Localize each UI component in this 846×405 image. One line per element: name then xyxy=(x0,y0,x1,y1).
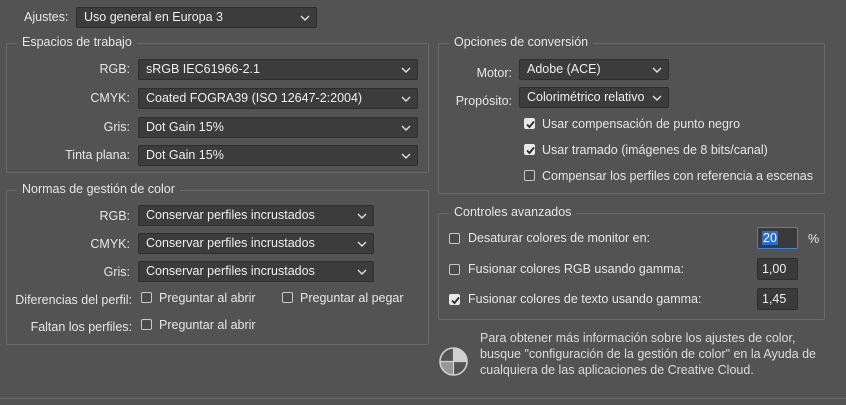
pol-rgb-select[interactable]: Conservar perfiles incrustados xyxy=(138,205,374,226)
chevron-down-icon xyxy=(401,153,411,159)
missing-label: Faltan los perfiles: xyxy=(30,320,132,334)
chevron-down-icon xyxy=(357,213,367,219)
check-icon xyxy=(451,296,460,305)
ws-spot-value: Dot Gain 15% xyxy=(146,148,224,162)
engine-value: Adobe (ACE) xyxy=(527,62,601,76)
mismatch-paste-label[interactable]: Preguntar al pegar xyxy=(300,291,404,305)
pol-gris-label: Gris: xyxy=(103,265,130,279)
blend-rgb-checkbox[interactable] xyxy=(449,264,460,275)
blend-rgb-value: 1,00 xyxy=(762,262,787,276)
black-point-checkbox[interactable] xyxy=(524,118,535,129)
desaturate-input[interactable]: 20 xyxy=(757,227,798,249)
blend-text-input[interactable]: 1,45 xyxy=(757,288,798,310)
pol-rgb-value: Conservar perfiles incrustados xyxy=(146,208,315,222)
info-text: Para obtener más información sobre los a… xyxy=(480,330,816,378)
ws-cmyk-value: Coated FOGRA39 (ISO 12647-2:2004) xyxy=(146,91,363,105)
black-point-label[interactable]: Usar compensación de punto negro xyxy=(542,117,740,131)
pol-cmyk-value: Conservar perfiles incrustados xyxy=(146,236,315,250)
ws-cmyk-label: CMYK: xyxy=(90,91,130,105)
policies-title: Normas de gestión de color xyxy=(17,182,180,196)
ws-gris-label: Gris: xyxy=(103,120,130,134)
desaturate-value: 20 xyxy=(762,231,778,245)
blend-text-checkbox[interactable] xyxy=(449,294,460,305)
chevron-down-icon xyxy=(652,67,662,73)
ajustes-label: Ajustes: xyxy=(24,10,69,24)
blend-rgb-input[interactable]: 1,00 xyxy=(757,258,798,280)
workspaces-title: Espacios de trabajo xyxy=(17,35,137,49)
intent-select[interactable]: Colorimétrico relativo xyxy=(519,87,669,108)
mismatch-label: Diferencias del perfil: xyxy=(15,293,132,307)
info-line: busque "configuración de la gestión de c… xyxy=(480,347,816,361)
pol-cmyk-label: CMYK: xyxy=(90,237,130,251)
dither-checkbox[interactable] xyxy=(524,144,535,155)
color-settings-icon xyxy=(439,347,468,376)
intent-label: Propósito: xyxy=(455,94,512,108)
engine-select[interactable]: Adobe (ACE) xyxy=(519,59,669,80)
ws-rgb-value: sRGB IEC61966-2.1 xyxy=(146,62,260,76)
desaturate-label[interactable]: Desaturar colores de monitor en: xyxy=(468,231,650,245)
pol-cmyk-select[interactable]: Conservar perfiles incrustados xyxy=(138,233,374,254)
missing-open-label[interactable]: Preguntar al abrir xyxy=(159,318,256,332)
chevron-down-icon xyxy=(401,125,411,131)
check-icon xyxy=(526,146,535,155)
chevron-down-icon xyxy=(652,95,662,101)
chevron-down-icon xyxy=(357,269,367,275)
scene-ref-checkbox[interactable] xyxy=(524,170,535,181)
ws-spot-select[interactable]: Dot Gain 15% xyxy=(138,145,418,166)
ws-rgb-label: RGB: xyxy=(99,62,130,76)
blend-text-value: 1,45 xyxy=(762,292,787,306)
mismatch-open-label[interactable]: Preguntar al abrir xyxy=(159,291,256,305)
ws-cmyk-select[interactable]: Coated FOGRA39 (ISO 12647-2:2004) xyxy=(138,88,418,109)
missing-open-checkbox[interactable] xyxy=(141,319,152,330)
ws-spot-label: Tinta plana: xyxy=(65,148,130,162)
ajustes-select[interactable]: Uso general en Europa 3 xyxy=(76,7,317,28)
conversion-title: Opciones de conversión xyxy=(449,35,594,49)
ws-rgb-select[interactable]: sRGB IEC61966-2.1 xyxy=(138,59,418,80)
scene-ref-label[interactable]: Compensar los perfiles con referencia a … xyxy=(542,169,813,183)
chevron-down-icon xyxy=(300,15,310,21)
engine-label: Motor: xyxy=(476,66,512,80)
pol-gris-select[interactable]: Conservar perfiles incrustados xyxy=(138,261,374,282)
check-icon xyxy=(526,120,535,129)
ws-gris-select[interactable]: Dot Gain 15% xyxy=(138,117,418,138)
ajustes-value: Uso general en Europa 3 xyxy=(84,10,223,24)
pol-gris-value: Conservar perfiles incrustados xyxy=(146,264,315,278)
chevron-down-icon xyxy=(401,96,411,102)
advanced-title: Controles avanzados xyxy=(449,205,577,219)
chevron-down-icon xyxy=(401,67,411,73)
mismatch-open-checkbox[interactable] xyxy=(141,292,152,303)
dither-label[interactable]: Usar tramado (imágenes de 8 bits/canal) xyxy=(542,143,768,157)
desaturate-unit: % xyxy=(808,232,820,246)
desaturate-checkbox[interactable] xyxy=(449,233,460,244)
pol-rgb-label: RGB: xyxy=(99,209,130,223)
ws-gris-value: Dot Gain 15% xyxy=(146,120,224,134)
mismatch-paste-checkbox[interactable] xyxy=(282,292,293,303)
chevron-down-icon xyxy=(357,241,367,247)
divider xyxy=(0,398,846,399)
blend-text-label[interactable]: Fusionar colores de texto usando gamma: xyxy=(468,292,701,306)
info-line: Para obtener más información sobre los a… xyxy=(480,331,796,345)
intent-value: Colorimétrico relativo xyxy=(527,90,645,104)
blend-rgb-label[interactable]: Fusionar colores RGB usando gamma: xyxy=(468,262,684,276)
info-line: cualquiera de las aplicaciones de Creati… xyxy=(480,363,754,377)
